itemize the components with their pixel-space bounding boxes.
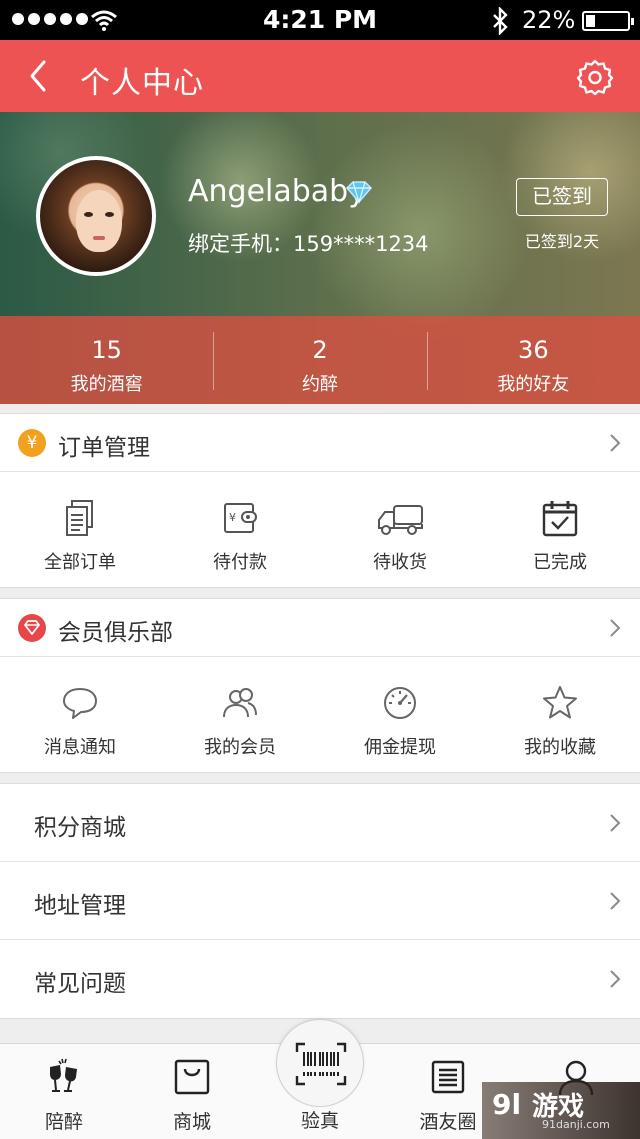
orders-grid: 全部订单 ¥ 待付款 待收货 已完成	[0, 472, 640, 587]
list-item-faq[interactable]: 常见问题	[0, 940, 640, 1018]
order-completed-button[interactable]: 已完成	[480, 472, 640, 587]
chevron-right-icon	[610, 619, 621, 637]
sign-in-button[interactable]: 已签到	[516, 178, 608, 216]
documents-icon	[66, 500, 93, 536]
settings-list: 积分商城 地址管理 常见问题	[0, 783, 640, 1019]
club-members-button[interactable]: 我的会员	[160, 657, 320, 772]
order-pending-payment-button[interactable]: ¥ 待付款	[160, 472, 320, 587]
bluetooth-icon	[493, 7, 508, 35]
club-withdraw-button[interactable]: 佣金提现	[320, 657, 480, 772]
orders-header[interactable]: ¥ 订单管理	[0, 414, 640, 472]
bound-phone: 绑定手机：159****1234	[188, 232, 429, 256]
battery-percent: 22%	[522, 6, 576, 34]
grid-label: 我的收藏	[524, 737, 596, 758]
barcode-scan-icon	[295, 1042, 347, 1086]
nav-header: 个人中心	[0, 40, 640, 112]
list-item-label: 地址管理	[34, 893, 126, 919]
club-card: 会员俱乐部 消息通知 我的会员 佣金提现 我的收藏	[0, 598, 640, 773]
stats-bar: 15 我的酒窖 2 约醉 36 我的好友	[0, 316, 640, 404]
grid-label: 全部订单	[44, 552, 116, 573]
order-all-button[interactable]: 全部订单	[0, 472, 160, 587]
stat-drink-dates[interactable]: 2 约醉	[213, 316, 426, 404]
svg-text:¥: ¥	[229, 511, 236, 524]
gear-icon[interactable]	[576, 58, 614, 96]
chevron-right-icon	[610, 892, 621, 910]
username: Angelababy	[188, 174, 366, 209]
club-grid: 消息通知 我的会员 佣金提现 我的收藏	[0, 657, 640, 772]
speedometer-icon	[384, 687, 416, 719]
diamond-badge-icon	[18, 614, 46, 642]
sign-in-streak: 已签到2天	[524, 232, 600, 251]
tab-label: 商城	[172, 1111, 211, 1133]
calendar-check-icon	[542, 501, 578, 537]
profile-banner: Angelababy 绑定手机：159****1234 已签到 已签到2天 15…	[0, 112, 640, 404]
tab-label: 验真	[300, 1110, 339, 1132]
stat-label: 我的酒窖	[70, 374, 143, 395]
grid-label: 消息通知	[44, 737, 116, 758]
stat-friends[interactable]: 36 我的好友	[426, 316, 640, 404]
stat-value: 15	[91, 336, 122, 364]
yen-icon: ¥	[18, 429, 46, 457]
watermark-url: 91danji.com	[542, 1118, 610, 1131]
list-item-points-mall[interactable]: 积分商城	[0, 784, 640, 862]
club-messages-button[interactable]: 消息通知	[0, 657, 160, 772]
avatar[interactable]	[36, 156, 156, 276]
order-pending-receipt-button[interactable]: 待收货	[320, 472, 480, 587]
chevron-right-icon	[610, 970, 621, 988]
grid-label: 待付款	[213, 552, 267, 573]
list-item-address[interactable]: 地址管理	[0, 862, 640, 940]
page-title: 个人中心	[80, 66, 204, 101]
tab-mall[interactable]: 商城	[128, 1044, 256, 1139]
tab-verify[interactable]	[276, 1019, 364, 1107]
club-favorites-button[interactable]: 我的收藏	[480, 657, 640, 772]
users-icon	[223, 688, 257, 718]
truck-icon	[378, 505, 423, 535]
grid-label: 已完成	[533, 552, 587, 573]
star-icon	[543, 686, 577, 719]
club-title: 会员俱乐部	[58, 620, 173, 646]
chat-bubble-icon	[63, 688, 97, 719]
tab-companion[interactable]: 陪醉	[0, 1044, 128, 1139]
stat-value: 36	[518, 336, 549, 364]
stat-label: 约醉	[301, 374, 338, 395]
site-watermark: 9l 游戏 91danji.com	[482, 1082, 640, 1139]
grid-label: 佣金提现	[364, 737, 436, 758]
orders-title: 订单管理	[58, 435, 150, 461]
chevron-left-icon[interactable]	[22, 58, 58, 94]
grid-label: 我的会员	[204, 737, 276, 758]
stat-label: 我的好友	[497, 374, 570, 395]
battery-icon	[582, 11, 634, 31]
orders-card: ¥ 订单管理 全部订单 ¥ 待付款 待收货 已完成	[0, 413, 640, 588]
wallet-icon: ¥	[224, 503, 257, 533]
diamond-icon	[345, 181, 373, 204]
tab-label: 陪醉	[44, 1111, 83, 1133]
shopping-bag-icon	[174, 1059, 210, 1095]
grid-label: 待收货	[373, 552, 427, 573]
wine-glasses-icon	[50, 1058, 77, 1092]
list-item-label: 常见问题	[34, 971, 126, 997]
status-bar: 4:21 PM 22%	[0, 0, 640, 40]
chevron-right-icon	[610, 434, 621, 452]
chevron-right-icon	[610, 814, 621, 832]
stat-value: 2	[312, 336, 328, 364]
stat-wine-cellar[interactable]: 15 我的酒窖	[0, 316, 213, 404]
watermark-logo: 9l	[492, 1088, 522, 1121]
club-header[interactable]: 会员俱乐部	[0, 599, 640, 657]
list-item-label: 积分商城	[34, 815, 126, 841]
list-icon	[431, 1060, 465, 1094]
